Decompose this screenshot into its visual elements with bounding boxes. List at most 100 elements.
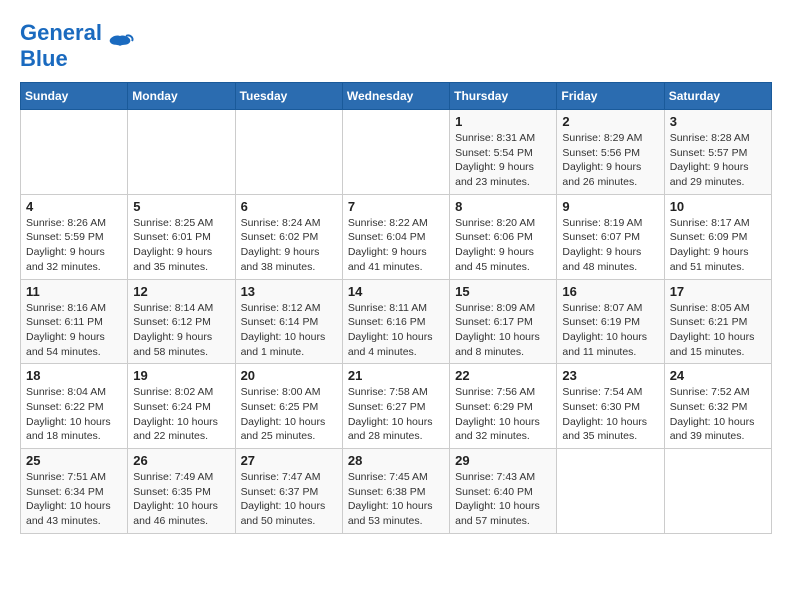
day-info: Sunrise: 7:56 AM Sunset: 6:29 PM Dayligh…	[455, 385, 551, 444]
logo-bird-icon	[106, 32, 134, 60]
day-number: 14	[348, 284, 444, 299]
column-header-saturday: Saturday	[664, 83, 771, 110]
calendar-cell: 27 Sunrise: 7:47 AM Sunset: 6:37 PM Dayli…	[235, 449, 342, 534]
calendar-cell: 28 Sunrise: 7:45 AM Sunset: 6:38 PM Dayli…	[342, 449, 449, 534]
day-number: 21	[348, 368, 444, 383]
day-info: Sunrise: 8:25 AM Sunset: 6:01 PM Dayligh…	[133, 216, 229, 275]
day-info: Sunrise: 8:22 AM Sunset: 6:04 PM Dayligh…	[348, 216, 444, 275]
calendar-cell: 22 Sunrise: 7:56 AM Sunset: 6:29 PM Dayli…	[450, 364, 557, 449]
day-number: 19	[133, 368, 229, 383]
day-number: 28	[348, 453, 444, 468]
day-number: 6	[241, 199, 337, 214]
day-number: 23	[562, 368, 658, 383]
calendar-cell: 23 Sunrise: 7:54 AM Sunset: 6:30 PM Dayli…	[557, 364, 664, 449]
calendar-cell	[235, 110, 342, 195]
day-info: Sunrise: 8:19 AM Sunset: 6:07 PM Dayligh…	[562, 216, 658, 275]
day-number: 3	[670, 114, 766, 129]
calendar-cell: 19 Sunrise: 8:02 AM Sunset: 6:24 PM Dayli…	[128, 364, 235, 449]
day-info: Sunrise: 8:14 AM Sunset: 6:12 PM Dayligh…	[133, 301, 229, 360]
calendar-cell: 9 Sunrise: 8:19 AM Sunset: 6:07 PM Daylig…	[557, 194, 664, 279]
day-info: Sunrise: 8:24 AM Sunset: 6:02 PM Dayligh…	[241, 216, 337, 275]
day-info: Sunrise: 8:05 AM Sunset: 6:21 PM Dayligh…	[670, 301, 766, 360]
day-info: Sunrise: 8:12 AM Sunset: 6:14 PM Dayligh…	[241, 301, 337, 360]
calendar-week-row: 18Sunrise: 8:04 AM Sunset: 6:22 PM Dayli…	[21, 364, 772, 449]
calendar-cell: 15 Sunrise: 8:09 AM Sunset: 6:17 PM Dayli…	[450, 279, 557, 364]
day-info: Sunrise: 7:58 AM Sunset: 6:27 PM Dayligh…	[348, 385, 444, 444]
calendar-cell: 5 Sunrise: 8:25 AM Sunset: 6:01 PM Daylig…	[128, 194, 235, 279]
calendar-week-row: 25 Sunrise: 7:51 AM Sunset: 6:34 PM Dayli…	[21, 449, 772, 534]
calendar-cell	[128, 110, 235, 195]
day-number: 10	[670, 199, 766, 214]
day-number: 5	[133, 199, 229, 214]
day-number: 20	[241, 368, 337, 383]
day-number: 27	[241, 453, 337, 468]
day-number: 1	[455, 114, 551, 129]
calendar-cell	[21, 110, 128, 195]
logo: GeneralBlue	[20, 20, 134, 72]
day-number: 4	[26, 199, 122, 214]
calendar-cell: 17 Sunrise: 8:05 AM Sunset: 6:21 PM Dayli…	[664, 279, 771, 364]
calendar-cell: 11 Sunrise: 8:16 AM Sunset: 6:11 PM Dayli…	[21, 279, 128, 364]
day-info: Sunrise: 8:16 AM Sunset: 6:11 PM Dayligh…	[26, 301, 122, 360]
day-info: Sunrise: 8:20 AM Sunset: 6:06 PM Dayligh…	[455, 216, 551, 275]
calendar-week-row: 1 Sunrise: 8:31 AM Sunset: 5:54 PM Daylig…	[21, 110, 772, 195]
column-header-tuesday: Tuesday	[235, 83, 342, 110]
day-number: 8	[455, 199, 551, 214]
day-info: Sunrise: 7:51 AM Sunset: 6:34 PM Dayligh…	[26, 470, 122, 529]
calendar-cell: 20 Sunrise: 8:00 AM Sunset: 6:25 PM Dayli…	[235, 364, 342, 449]
day-number: 15	[455, 284, 551, 299]
column-header-friday: Friday	[557, 83, 664, 110]
day-number: 9	[562, 199, 658, 214]
day-info: Sunrise: 8:04 AM Sunset: 6:22 PM Dayligh…	[26, 385, 122, 444]
page-header: GeneralBlue	[20, 20, 772, 72]
logo-text: GeneralBlue	[20, 20, 102, 72]
calendar-cell	[664, 449, 771, 534]
calendar-cell: 4Sunrise: 8:26 AM Sunset: 5:59 PM Daylig…	[21, 194, 128, 279]
day-info: Sunrise: 8:07 AM Sunset: 6:19 PM Dayligh…	[562, 301, 658, 360]
day-info: Sunrise: 8:29 AM Sunset: 5:56 PM Dayligh…	[562, 131, 658, 190]
day-info: Sunrise: 8:31 AM Sunset: 5:54 PM Dayligh…	[455, 131, 551, 190]
day-number: 11	[26, 284, 122, 299]
day-number: 22	[455, 368, 551, 383]
calendar-week-row: 4Sunrise: 8:26 AM Sunset: 5:59 PM Daylig…	[21, 194, 772, 279]
day-info: Sunrise: 7:43 AM Sunset: 6:40 PM Dayligh…	[455, 470, 551, 529]
day-number: 17	[670, 284, 766, 299]
calendar-cell: 2Sunrise: 8:29 AM Sunset: 5:56 PM Daylig…	[557, 110, 664, 195]
day-number: 25	[26, 453, 122, 468]
day-info: Sunrise: 8:09 AM Sunset: 6:17 PM Dayligh…	[455, 301, 551, 360]
calendar-cell: 6 Sunrise: 8:24 AM Sunset: 6:02 PM Daylig…	[235, 194, 342, 279]
day-number: 24	[670, 368, 766, 383]
column-header-monday: Monday	[128, 83, 235, 110]
day-info: Sunrise: 7:52 AM Sunset: 6:32 PM Dayligh…	[670, 385, 766, 444]
calendar-cell: 14Sunrise: 8:11 AM Sunset: 6:16 PM Dayli…	[342, 279, 449, 364]
calendar-cell: 24 Sunrise: 7:52 AM Sunset: 6:32 PM Dayli…	[664, 364, 771, 449]
calendar-cell: 29Sunrise: 7:43 AM Sunset: 6:40 PM Dayli…	[450, 449, 557, 534]
calendar-week-row: 11 Sunrise: 8:16 AM Sunset: 6:11 PM Dayli…	[21, 279, 772, 364]
day-info: Sunrise: 7:47 AM Sunset: 6:37 PM Dayligh…	[241, 470, 337, 529]
day-number: 26	[133, 453, 229, 468]
calendar-cell: 10 Sunrise: 8:17 AM Sunset: 6:09 PM Dayli…	[664, 194, 771, 279]
day-number: 12	[133, 284, 229, 299]
calendar-cell: 12 Sunrise: 8:14 AM Sunset: 6:12 PM Dayli…	[128, 279, 235, 364]
calendar-cell: 3 Sunrise: 8:28 AM Sunset: 5:57 PM Daylig…	[664, 110, 771, 195]
day-info: Sunrise: 7:49 AM Sunset: 6:35 PM Dayligh…	[133, 470, 229, 529]
day-info: Sunrise: 8:28 AM Sunset: 5:57 PM Dayligh…	[670, 131, 766, 190]
calendar-table: SundayMondayTuesdayWednesdayThursdayFrid…	[20, 82, 772, 534]
calendar-cell: 13 Sunrise: 8:12 AM Sunset: 6:14 PM Dayli…	[235, 279, 342, 364]
day-info: Sunrise: 7:45 AM Sunset: 6:38 PM Dayligh…	[348, 470, 444, 529]
column-header-thursday: Thursday	[450, 83, 557, 110]
day-number: 13	[241, 284, 337, 299]
day-info: Sunrise: 7:54 AM Sunset: 6:30 PM Dayligh…	[562, 385, 658, 444]
calendar-cell: 7Sunrise: 8:22 AM Sunset: 6:04 PM Daylig…	[342, 194, 449, 279]
calendar-cell: 8 Sunrise: 8:20 AM Sunset: 6:06 PM Daylig…	[450, 194, 557, 279]
calendar-cell	[342, 110, 449, 195]
day-info: Sunrise: 8:17 AM Sunset: 6:09 PM Dayligh…	[670, 216, 766, 275]
calendar-header-row: SundayMondayTuesdayWednesdayThursdayFrid…	[21, 83, 772, 110]
calendar-cell: 26 Sunrise: 7:49 AM Sunset: 6:35 PM Dayli…	[128, 449, 235, 534]
day-info: Sunrise: 8:02 AM Sunset: 6:24 PM Dayligh…	[133, 385, 229, 444]
calendar-cell: 18Sunrise: 8:04 AM Sunset: 6:22 PM Dayli…	[21, 364, 128, 449]
column-header-wednesday: Wednesday	[342, 83, 449, 110]
calendar-cell: 1 Sunrise: 8:31 AM Sunset: 5:54 PM Daylig…	[450, 110, 557, 195]
column-header-sunday: Sunday	[21, 83, 128, 110]
day-info: Sunrise: 8:00 AM Sunset: 6:25 PM Dayligh…	[241, 385, 337, 444]
